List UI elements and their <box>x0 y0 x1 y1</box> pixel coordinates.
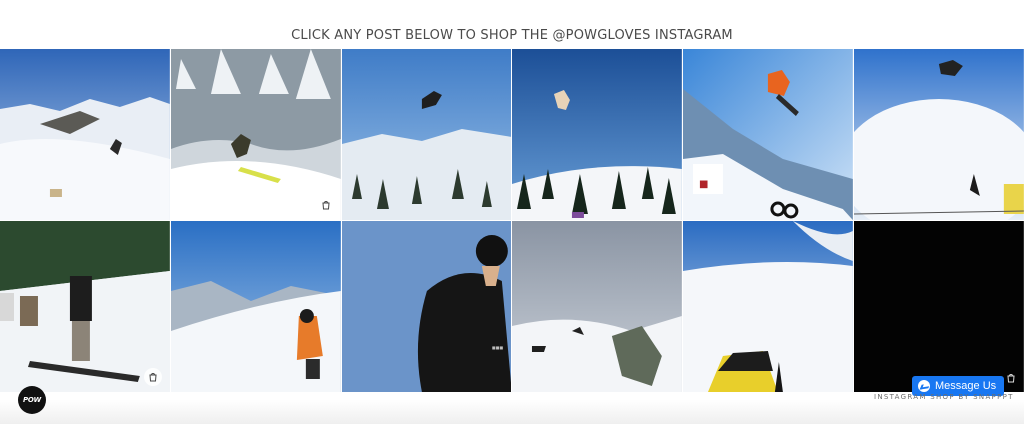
post-image: ■■■ <box>341 221 512 392</box>
messenger-label: Message Us <box>935 380 997 392</box>
post-image <box>854 221 1024 392</box>
instagram-post-1[interactable] <box>0 49 170 220</box>
page-footer-background <box>0 400 1024 424</box>
shopping-bag-icon <box>144 368 162 386</box>
instagram-grid: ■ ■■■ <box>0 49 1024 392</box>
svg-text:■: ■ <box>699 179 708 190</box>
instagram-post-8[interactable] <box>170 221 341 392</box>
post-image <box>0 49 170 220</box>
post-image <box>683 221 854 392</box>
post-image <box>170 49 341 220</box>
instagram-post-5[interactable]: ■ <box>683 49 854 220</box>
instagram-post-10[interactable] <box>512 221 683 392</box>
pow-logo[interactable]: POW <box>18 386 46 414</box>
post-image <box>0 221 170 392</box>
messenger-icon <box>918 380 930 392</box>
instagram-post-9[interactable]: ■■■ <box>341 221 512 392</box>
instagram-post-11[interactable] <box>683 221 854 392</box>
instagram-shop-credit-link[interactable]: INSTAGRAM SHOP BY SNAPPPT <box>874 393 1014 401</box>
instagram-post-6[interactable] <box>854 49 1024 220</box>
logo-text: POW <box>23 396 41 404</box>
instagram-post-2[interactable] <box>170 49 341 220</box>
instagram-post-12[interactable] <box>854 221 1024 392</box>
svg-text:■■■: ■■■ <box>492 345 504 350</box>
post-image <box>512 49 683 220</box>
post-image: ■ <box>683 49 854 220</box>
post-image <box>512 221 683 392</box>
instagram-post-4[interactable] <box>512 49 683 220</box>
post-image <box>854 49 1024 220</box>
shopping-bag-icon <box>316 196 335 214</box>
instagram-post-3[interactable] <box>341 49 512 220</box>
post-image <box>170 221 341 392</box>
instagram-post-7[interactable] <box>0 221 170 392</box>
page-heading: CLICK ANY POST BELOW TO SHOP THE @POWGLO… <box>291 28 733 43</box>
post-image <box>341 49 512 220</box>
